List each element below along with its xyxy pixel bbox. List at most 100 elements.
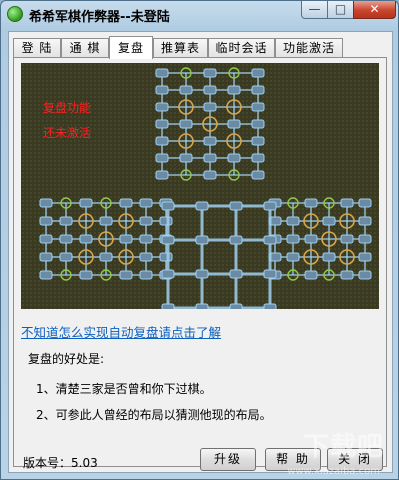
replay-panel: 复盘功能 还未激活 不知道怎么实现自动复盘请点击了解 复盘的好处是: 1、清楚三… [13, 57, 387, 467]
board-post [251, 85, 265, 95]
board-post [59, 234, 73, 244]
board-post [155, 136, 169, 146]
benefit-item-1: 1、清楚三家是否曾和你下过棋。 [36, 382, 212, 396]
board-post [340, 270, 354, 280]
close-window-button[interactable]: ✕ [353, 1, 396, 19]
board-post [229, 303, 243, 309]
board-post [39, 216, 53, 226]
board-post [203, 102, 217, 112]
board-post [203, 136, 217, 146]
tab-temp-chat[interactable]: 临时会话 [208, 38, 275, 57]
upgrade-button[interactable]: 升级 [200, 448, 256, 471]
board-post [155, 153, 169, 163]
board-post [59, 252, 73, 262]
board-post [155, 85, 169, 95]
board-post [139, 234, 153, 244]
board-post [358, 198, 372, 208]
board-post [179, 153, 193, 163]
board-post [203, 68, 217, 78]
board-post [263, 269, 277, 279]
board-post [179, 119, 193, 129]
board-post [79, 234, 93, 244]
board-post [304, 270, 318, 280]
board-post [263, 235, 277, 245]
board-post [304, 234, 318, 244]
board-post [229, 269, 243, 279]
tab-calc-table[interactable]: 推算表 [153, 38, 208, 57]
board-post [39, 270, 53, 280]
board-post [251, 119, 265, 129]
board-post [322, 216, 336, 226]
board-post [251, 153, 265, 163]
board-post [286, 252, 300, 262]
board-post [119, 198, 133, 208]
board-post [304, 198, 318, 208]
board-post [39, 252, 53, 262]
board-post [155, 68, 169, 78]
minimize-button[interactable]: — [301, 1, 328, 19]
board-post [99, 252, 113, 262]
board-post [59, 216, 73, 226]
board-post [155, 102, 169, 112]
board-note-1: 复盘功能 [43, 101, 92, 115]
board-post [99, 216, 113, 226]
board-post [263, 303, 277, 309]
tab-login[interactable]: 登 陆 [13, 38, 61, 57]
board-post [155, 170, 169, 180]
tab-activation[interactable]: 功能激活 [275, 38, 343, 57]
board-post [227, 85, 241, 95]
board-post [159, 252, 173, 262]
board-post [227, 153, 241, 163]
game-board[interactable]: 复盘功能 还未激活 [21, 63, 379, 309]
board-post [203, 85, 217, 95]
board-post [286, 216, 300, 226]
board-post [139, 198, 153, 208]
tab-replay[interactable]: 复盘 [109, 36, 153, 59]
board-post [79, 198, 93, 208]
board-post [251, 170, 265, 180]
board-post [203, 153, 217, 163]
client-area: 登 陆 通 棋 复盘 推算表 临时会话 功能激活 复盘功能 还未激活 不知道怎么… [8, 31, 393, 473]
board-post [79, 270, 93, 280]
board-post [195, 303, 209, 309]
board-post [358, 270, 372, 280]
board-post [139, 270, 153, 280]
board-post [139, 252, 153, 262]
board-post [119, 234, 133, 244]
board-post [322, 252, 336, 262]
watermark-logo: 下载吧 [302, 432, 384, 462]
board-post [229, 201, 243, 211]
window-title: 希希军棋作弊器--未登陆 [29, 10, 170, 25]
board-post [39, 234, 53, 244]
watermark-url: www.xiazaiba.com [287, 466, 380, 477]
board-post [155, 119, 169, 129]
title-bar[interactable]: 希希军棋作弊器--未登陆 — □ ✕ [1, 1, 398, 29]
board-post [195, 235, 209, 245]
board-post [358, 216, 372, 226]
board-post [195, 201, 209, 211]
board-post [161, 201, 175, 211]
board-post [286, 234, 300, 244]
board-post [195, 269, 209, 279]
maximize-button[interactable]: □ [327, 1, 354, 19]
board-post [340, 234, 354, 244]
board-post [340, 198, 354, 208]
board-post [179, 85, 193, 95]
board-post [251, 136, 265, 146]
version-label: 版本号：5.03 [23, 456, 98, 470]
board-post [358, 252, 372, 262]
board-post [203, 170, 217, 180]
board-note-2: 还未激活 [43, 126, 92, 140]
board-post [251, 68, 265, 78]
benefits-title: 复盘的好处是: [28, 352, 105, 366]
board-post [159, 216, 173, 226]
tab-tongqi[interactable]: 通 棋 [61, 38, 109, 57]
board-post [119, 270, 133, 280]
board-post [227, 119, 241, 129]
board-post [251, 102, 265, 112]
benefit-item-2: 2、可参此人曾经的布局以猜测他现的布局。 [36, 408, 272, 422]
auto-replay-help-link[interactable]: 不知道怎么实现自动复盘请点击了解 [21, 322, 221, 341]
app-icon [7, 6, 23, 22]
board-post [263, 201, 277, 211]
app-window: 希希军棋作弊器--未登陆 — □ ✕ 登 陆 通 棋 复盘 推算表 临时会话 功… [0, 0, 399, 480]
